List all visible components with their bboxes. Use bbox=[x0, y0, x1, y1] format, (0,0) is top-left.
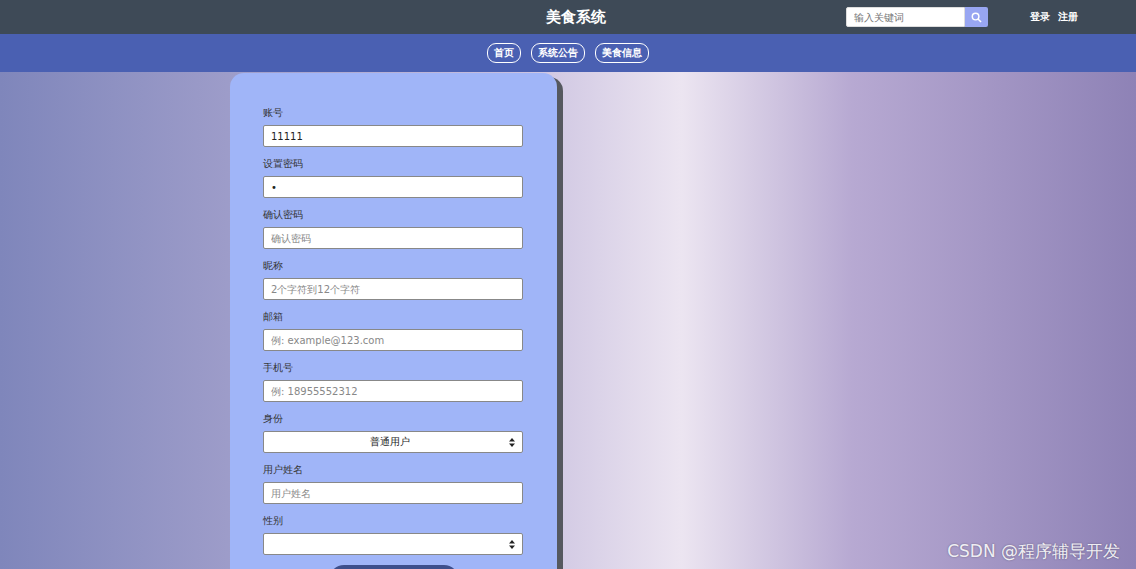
form-field: 手机号 bbox=[263, 361, 524, 402]
search-icon bbox=[971, 12, 982, 23]
search-input[interactable] bbox=[846, 7, 965, 27]
background-image: 账号设置密码确认密码昵称邮箱手机号身份普通用户用户姓名性别 CSDN @程序辅导开… bbox=[0, 72, 1136, 569]
text-input[interactable] bbox=[263, 176, 523, 198]
nav-item[interactable]: 首页 bbox=[487, 43, 521, 63]
select-input[interactable]: 普通用户 bbox=[263, 431, 523, 453]
form-field: 设置密码 bbox=[263, 157, 524, 198]
field-label: 性别 bbox=[263, 514, 524, 528]
search-box bbox=[846, 7, 988, 27]
form-field: 性别 bbox=[263, 514, 524, 555]
form-field: 确认密码 bbox=[263, 208, 524, 249]
text-input[interactable] bbox=[263, 227, 523, 249]
search-button[interactable] bbox=[965, 7, 988, 27]
text-input[interactable] bbox=[263, 380, 523, 402]
form-field: 邮箱 bbox=[263, 310, 524, 351]
field-label: 设置密码 bbox=[263, 157, 524, 171]
form-field: 身份普通用户 bbox=[263, 412, 524, 453]
form-field: 昵称 bbox=[263, 259, 524, 300]
nav-item[interactable]: 系统公告 bbox=[531, 43, 585, 63]
auth-link[interactable]: 注册 bbox=[1058, 10, 1078, 24]
dropdown-arrow-icon bbox=[509, 438, 515, 447]
field-label: 确认密码 bbox=[263, 208, 524, 222]
field-label: 账号 bbox=[263, 106, 524, 120]
top-bar: 美食系统 登录注册 bbox=[0, 0, 1136, 34]
page: 美食系统 登录注册首页系统公告美食信息账号设置密码确认密码昵称邮箱手机号身份普通用… bbox=[0, 0, 1136, 569]
nav-bar: 首页系统公告美食信息 bbox=[0, 34, 1136, 72]
dropdown-arrow-icon bbox=[509, 540, 515, 549]
field-label: 用户姓名 bbox=[263, 463, 524, 477]
header-right: 登录注册 bbox=[606, 7, 1136, 27]
select-input[interactable] bbox=[263, 533, 523, 555]
field-label: 手机号 bbox=[263, 361, 524, 375]
form-field: 账号 bbox=[263, 106, 524, 147]
text-input[interactable] bbox=[263, 125, 523, 147]
site-title: 美食系统 bbox=[530, 8, 606, 27]
auth-link[interactable]: 登录 bbox=[1030, 10, 1050, 24]
form-field: 用户姓名 bbox=[263, 463, 524, 504]
text-input[interactable] bbox=[263, 278, 523, 300]
text-input[interactable] bbox=[263, 482, 523, 504]
field-label: 昵称 bbox=[263, 259, 524, 273]
nav-item[interactable]: 美食信息 bbox=[595, 43, 649, 63]
watermark: CSDN @程序辅导开发 bbox=[947, 540, 1120, 563]
field-label: 身份 bbox=[263, 412, 524, 426]
text-input[interactable] bbox=[263, 329, 523, 351]
field-label: 邮箱 bbox=[263, 310, 524, 324]
register-form: 账号设置密码确认密码昵称邮箱手机号身份普通用户用户姓名性别 bbox=[230, 73, 557, 569]
submit-button[interactable] bbox=[329, 565, 459, 569]
auth-links: 登录注册 bbox=[1030, 10, 1078, 24]
